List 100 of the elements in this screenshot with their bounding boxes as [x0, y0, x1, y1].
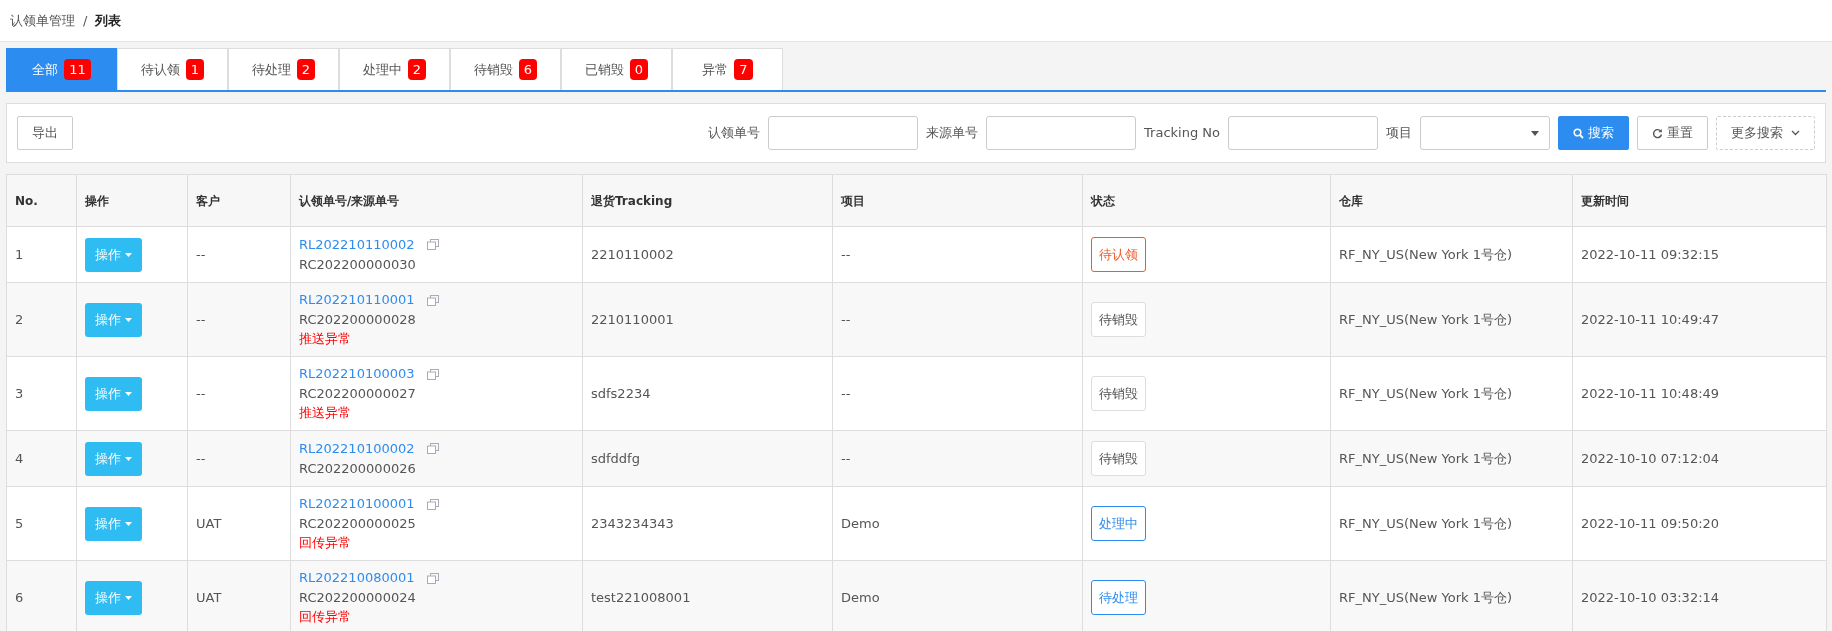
table-cell: 6	[6, 560, 77, 631]
claim-number-link[interactable]: RL202210110002	[299, 235, 415, 255]
table-cell: RF_NY_US(New York 1号仓)	[1330, 356, 1573, 431]
source-number: RC202200000026	[299, 459, 417, 478]
filter-label: 项目	[1386, 124, 1412, 143]
table-cell: 2022-10-11 09:50:20	[1572, 486, 1827, 561]
input-field[interactable]	[986, 116, 1137, 150]
error-note: 回传异常	[299, 608, 352, 627]
caret-down-icon	[125, 317, 132, 322]
status-tab[interactable]: 待销毁 6	[450, 48, 561, 90]
status-tab[interactable]: 已销毁 0	[561, 48, 672, 90]
table-cell: RF_NY_US(New York 1号仓)	[1330, 560, 1573, 631]
status-tag: 处理中	[1091, 505, 1146, 542]
table-cell: sdfddfg	[582, 430, 833, 487]
status-tag: 待销毁	[1091, 301, 1146, 338]
table-cell: --	[187, 226, 291, 283]
column-header: 项目	[832, 174, 1083, 227]
breadcrumb-link[interactable]: 认领单管理	[10, 10, 75, 31]
table-cell: 2022-10-11 09:32:15	[1572, 226, 1827, 283]
table-cell: 2022-10-11 10:49:47	[1572, 282, 1827, 357]
chevron-down-icon	[1791, 130, 1800, 136]
column-header: 状态	[1082, 174, 1331, 227]
table-cell: --	[187, 430, 291, 487]
more-search-button[interactable]: 更多搜索	[1716, 116, 1815, 150]
count-badge: 11	[64, 58, 91, 81]
column-header: 认领单号/来源单号	[290, 174, 583, 227]
table-cell: 3	[6, 356, 77, 431]
column-header: 仓库	[1330, 174, 1573, 227]
table-cell: 2210110002	[582, 226, 833, 283]
source-number: RC202200000028	[299, 310, 417, 329]
input-field[interactable]	[1228, 116, 1378, 150]
table-cell: 2022-10-10 03:32:14	[1572, 560, 1827, 631]
caret-down-icon	[125, 521, 132, 526]
table-cell: 2022-10-10 07:12:04	[1572, 430, 1827, 487]
count-badge: 6	[518, 58, 538, 81]
status-tag: 待处理	[1091, 579, 1146, 616]
status-tab[interactable]: 处理中 2	[339, 48, 450, 90]
count-badge: 7	[734, 58, 753, 81]
table-cell: --	[832, 356, 1083, 431]
breadcrumb-current: 列表	[95, 11, 122, 30]
claim-number-link[interactable]: RL202210100001	[299, 494, 415, 514]
claim-number-link[interactable]: RL202210080001	[299, 568, 415, 588]
table-cell: Demo	[832, 486, 1083, 561]
reset-button[interactable]: 重置	[1637, 116, 1708, 150]
export-button[interactable]: 导出	[17, 116, 73, 150]
error-note: 推送异常	[299, 404, 352, 423]
count-badge: 2	[407, 58, 427, 81]
table-cell: UAT	[187, 560, 291, 631]
table-cell: --	[832, 226, 1083, 283]
claim-number-link[interactable]: RL202210110001	[299, 290, 415, 310]
table-cell: 1	[6, 226, 77, 283]
project-select[interactable]	[1420, 116, 1550, 150]
status-tab[interactable]: 全部 11	[6, 48, 117, 90]
copy-icon[interactable]	[426, 572, 439, 584]
filter-label: 认领单号	[708, 124, 761, 143]
copy-icon[interactable]	[426, 239, 439, 251]
source-number: RC202200000025	[299, 514, 417, 533]
status-tag: 待认领	[1091, 236, 1146, 273]
action-dropdown-button[interactable]: 操作	[85, 506, 142, 541]
claim-number-link[interactable]: RL202210100003	[299, 364, 415, 384]
action-dropdown-button[interactable]: 操作	[85, 237, 142, 272]
source-number: RC202200000027	[299, 384, 417, 403]
action-dropdown-button[interactable]: 操作	[85, 441, 142, 476]
table-cell: UAT	[187, 486, 291, 561]
action-dropdown-button[interactable]: 操作	[85, 376, 142, 411]
table-cell: RF_NY_US(New York 1号仓)	[1330, 282, 1573, 357]
caret-down-icon	[125, 252, 132, 257]
action-dropdown-button[interactable]: 操作	[85, 580, 142, 615]
table-cell: 2343234343	[582, 486, 833, 561]
column-header: 客户	[187, 174, 291, 227]
copy-icon[interactable]	[426, 443, 439, 455]
copy-icon[interactable]	[426, 498, 439, 510]
table-cell: test221008001	[582, 560, 833, 631]
input-field[interactable]	[768, 116, 919, 150]
error-note: 推送异常	[299, 330, 352, 349]
caret-down-icon	[125, 595, 132, 600]
table-cell: sdfs2234	[582, 356, 833, 431]
breadcrumb-separator: /	[83, 11, 88, 30]
caret-down-icon	[1531, 130, 1539, 136]
table-cell: --	[187, 282, 291, 357]
status-tag: 待销毁	[1091, 375, 1146, 412]
status-tag: 待销毁	[1091, 440, 1146, 477]
count-badge: 1	[185, 58, 205, 81]
table-cell: --	[832, 430, 1083, 487]
table-cell: RF_NY_US(New York 1号仓)	[1330, 486, 1573, 561]
search-icon	[1573, 127, 1584, 139]
action-dropdown-button[interactable]: 操作	[85, 302, 142, 337]
table-cell: Demo	[832, 560, 1083, 631]
status-tab[interactable]: 待认领 1	[117, 48, 228, 90]
column-header: No.	[6, 174, 77, 227]
column-header: 操作	[76, 174, 188, 227]
copy-icon[interactable]	[426, 294, 439, 306]
claim-number-link[interactable]: RL202210100002	[299, 439, 415, 459]
table-cell: RF_NY_US(New York 1号仓)	[1330, 226, 1573, 283]
caret-down-icon	[125, 456, 132, 461]
search-button[interactable]: 搜索	[1558, 116, 1629, 150]
status-tab[interactable]: 异常 7	[672, 48, 783, 90]
table-cell: 4	[6, 430, 77, 487]
copy-icon[interactable]	[426, 368, 439, 380]
status-tab[interactable]: 待处理 2	[228, 48, 339, 90]
